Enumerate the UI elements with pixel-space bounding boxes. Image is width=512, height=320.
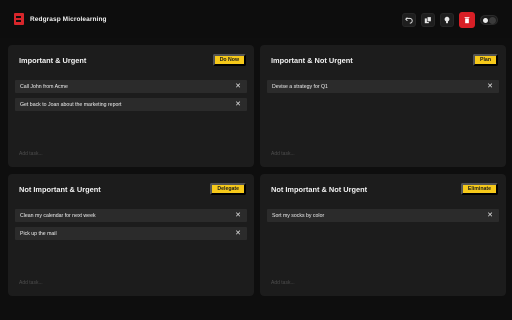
add-task-input[interactable]	[19, 279, 199, 287]
do-now-button[interactable]: Do Now	[212, 54, 246, 66]
close-icon[interactable]: ✕	[234, 212, 242, 220]
quadrant-title: Not Important & Not Urgent	[271, 185, 368, 194]
task-text: Clean my calendar for next week	[20, 212, 96, 219]
quadrant-title: Important & Not Urgent	[271, 56, 353, 65]
delegate-button[interactable]: Delegate	[210, 183, 246, 195]
task-text: Call John from Acme	[20, 83, 68, 90]
app-title: Redgrasp Microlearning	[30, 15, 107, 23]
undo-button[interactable]	[402, 13, 416, 27]
task-item[interactable]: Get back to Joan about the marketing rep…	[15, 98, 247, 111]
redgrasp-logo-icon	[14, 13, 24, 25]
task-item[interactable]: Clean my calendar for next week ✕	[15, 209, 247, 222]
lightbulb-icon	[444, 16, 450, 24]
toolbar	[402, 12, 498, 28]
task-list: Call John from Acme ✕ Get back to Joan a…	[15, 80, 247, 116]
eliminate-button[interactable]: Eliminate	[460, 183, 498, 195]
task-item[interactable]: Devise a strategy for Q1 ✕	[267, 80, 499, 93]
quadrant-title: Important & Urgent	[19, 56, 87, 65]
task-text: Pick up the mail	[20, 230, 57, 237]
quadrant-not-important-not-urgent: Not Important & Not Urgent Eliminate Sor…	[260, 174, 506, 296]
close-icon[interactable]: ✕	[234, 230, 242, 238]
brand[interactable]: Redgrasp Microlearning	[14, 13, 107, 25]
undo-icon	[405, 17, 413, 24]
task-list: Clean my calendar for next week ✕ Pick u…	[15, 209, 247, 245]
quadrant-important-urgent: Important & Urgent Do Now Call John from…	[8, 45, 254, 167]
copy-button[interactable]	[421, 13, 435, 27]
task-text: Devise a strategy for Q1	[272, 83, 328, 90]
task-item[interactable]: Pick up the mail ✕	[15, 227, 247, 240]
delete-all-button[interactable]	[459, 12, 475, 28]
task-item[interactable]: Sort my socks by color ✕	[267, 209, 499, 222]
tips-button[interactable]	[440, 13, 454, 27]
toggle-knob	[489, 16, 496, 24]
theme-toggle[interactable]	[480, 15, 498, 25]
task-list: Sort my socks by color ✕	[267, 209, 499, 227]
task-text: Sort my socks by color	[272, 212, 325, 219]
add-task-input[interactable]	[19, 150, 199, 158]
add-task-input[interactable]	[271, 279, 451, 287]
close-icon[interactable]: ✕	[234, 101, 242, 109]
task-text: Get back to Joan about the marketing rep…	[20, 101, 122, 108]
trash-icon	[464, 17, 470, 24]
moon-icon	[483, 17, 488, 23]
close-icon[interactable]: ✕	[486, 212, 494, 220]
quadrant-important-not-urgent: Important & Not Urgent Plan Devise a str…	[260, 45, 506, 167]
copy-icon	[424, 16, 432, 24]
plan-button[interactable]: Plan	[473, 54, 498, 66]
task-item[interactable]: Call John from Acme ✕	[15, 80, 247, 93]
task-list: Devise a strategy for Q1 ✕	[267, 80, 499, 98]
quadrant-not-important-urgent: Not Important & Urgent Delegate Clean my…	[8, 174, 254, 296]
top-bar: Redgrasp Microlearning	[0, 0, 512, 38]
add-task-input[interactable]	[271, 150, 451, 158]
close-icon[interactable]: ✕	[234, 83, 242, 91]
quadrant-title: Not Important & Urgent	[19, 185, 101, 194]
close-icon[interactable]: ✕	[486, 83, 494, 91]
